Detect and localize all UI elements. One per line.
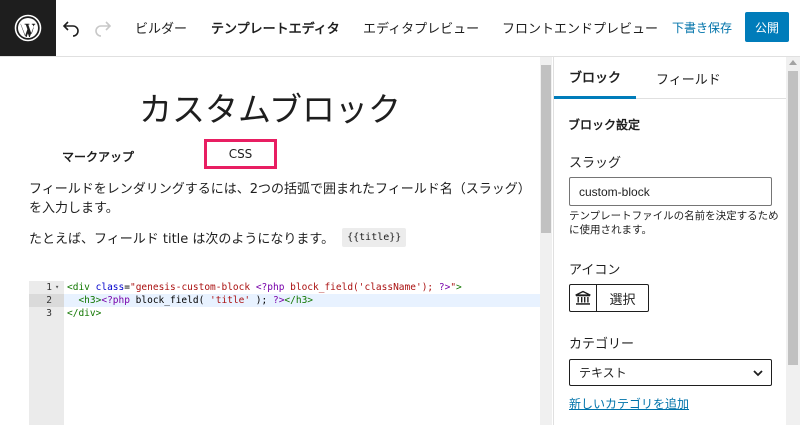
main-scrollbar-thumb[interactable] — [541, 65, 551, 233]
line-number: 3 — [46, 308, 52, 319]
tab-fields[interactable]: フィールド — [656, 57, 721, 99]
category-value: テキスト — [579, 366, 627, 380]
tab-block[interactable]: ブロック — [554, 57, 636, 99]
category-select[interactable]: テキスト — [569, 359, 772, 386]
slug-help-text: テンプレートファイルの名前を決定するために使用されます。 — [569, 210, 779, 236]
top-toolbar: ビルダー テンプレートエディタ エディタプレビュー フロントエンドプレビュー 下… — [0, 0, 800, 57]
tab-editor-preview[interactable]: エディタプレビュー — [363, 18, 479, 37]
undo-icon[interactable] — [59, 16, 83, 40]
publish-button[interactable]: 公開 — [745, 12, 789, 42]
tab-frontend-preview[interactable]: フロントエンドプレビュー — [502, 18, 658, 37]
example-text: たとえば、フィールド title は次のようになります。 — [29, 232, 335, 247]
scroll-up-icon[interactable] — [789, 60, 797, 65]
slug-input[interactable]: custom-block — [569, 177, 772, 206]
chevron-down-icon — [753, 370, 763, 377]
tab-template-editor[interactable]: テンプレートエディタ — [211, 18, 340, 37]
sidebar-scrollbar-thumb[interactable] — [788, 71, 798, 365]
line-number: 2 — [29, 294, 64, 307]
tab-css[interactable]: CSS — [204, 139, 277, 169]
redo-icon[interactable] — [91, 16, 115, 40]
block-title: カスタムブロック — [138, 90, 402, 129]
example-text-row: たとえば、フィールド title は次のようになります。 {{title}} — [29, 228, 407, 247]
add-new-category-link[interactable]: 新しいカテゴリを追加 — [569, 395, 689, 412]
settings-sidebar: ブロック フィールド ブロック設定 スラッグ custom-block テンプレ… — [553, 57, 800, 425]
tab-markup[interactable]: マークアップ — [62, 148, 134, 165]
code-line[interactable]: 1 ▾ <div class="genesis-custom-block <?p… — [29, 281, 540, 294]
code-line[interactable]: 2 <h3><?php block_field( 'title' ); ?></… — [29, 294, 540, 307]
code-editor[interactable]: 1 ▾ <div class="genesis-custom-block <?p… — [29, 281, 540, 425]
template-editor-area: カスタムブロック マークアップ CSS フィールドをレンダリングするには、2つの… — [0, 57, 540, 425]
help-text: フィールドをレンダリングするには、2つの括弧で囲まれたフィールド名（スラッグ）を… — [29, 182, 525, 216]
code-line[interactable]: 3 </div> — [29, 307, 540, 320]
fold-icon[interactable]: ▾ — [55, 281, 59, 294]
icon-select-button[interactable]: 選択 — [569, 284, 649, 312]
slug-label: スラッグ — [569, 156, 622, 171]
sidebar-tabs: ブロック フィールド — [554, 57, 800, 99]
tab-builder[interactable]: ビルダー — [135, 18, 187, 37]
icon-label: アイコン — [569, 263, 621, 278]
icon-select-label: 選択 — [609, 292, 636, 308]
code-line-1: <div class="genesis-custom-block <?php b… — [67, 282, 462, 293]
bank-icon — [570, 285, 597, 311]
wordpress-icon[interactable] — [0, 0, 56, 56]
code-line-2: <h3><?php block_field( 'title' ); ?></h3… — [78, 295, 314, 306]
category-label: カテゴリー — [569, 337, 635, 352]
block-settings-heading: ブロック設定 — [568, 118, 641, 132]
code-line-3: </div> — [67, 308, 102, 319]
sidebar-scrollbar[interactable] — [786, 57, 800, 425]
save-draft-button[interactable]: 下書き保存 — [672, 19, 732, 36]
main-scrollbar[interactable] — [540, 57, 552, 425]
tab-css-label: CSS — [228, 147, 253, 161]
example-code: {{title}} — [342, 228, 407, 247]
